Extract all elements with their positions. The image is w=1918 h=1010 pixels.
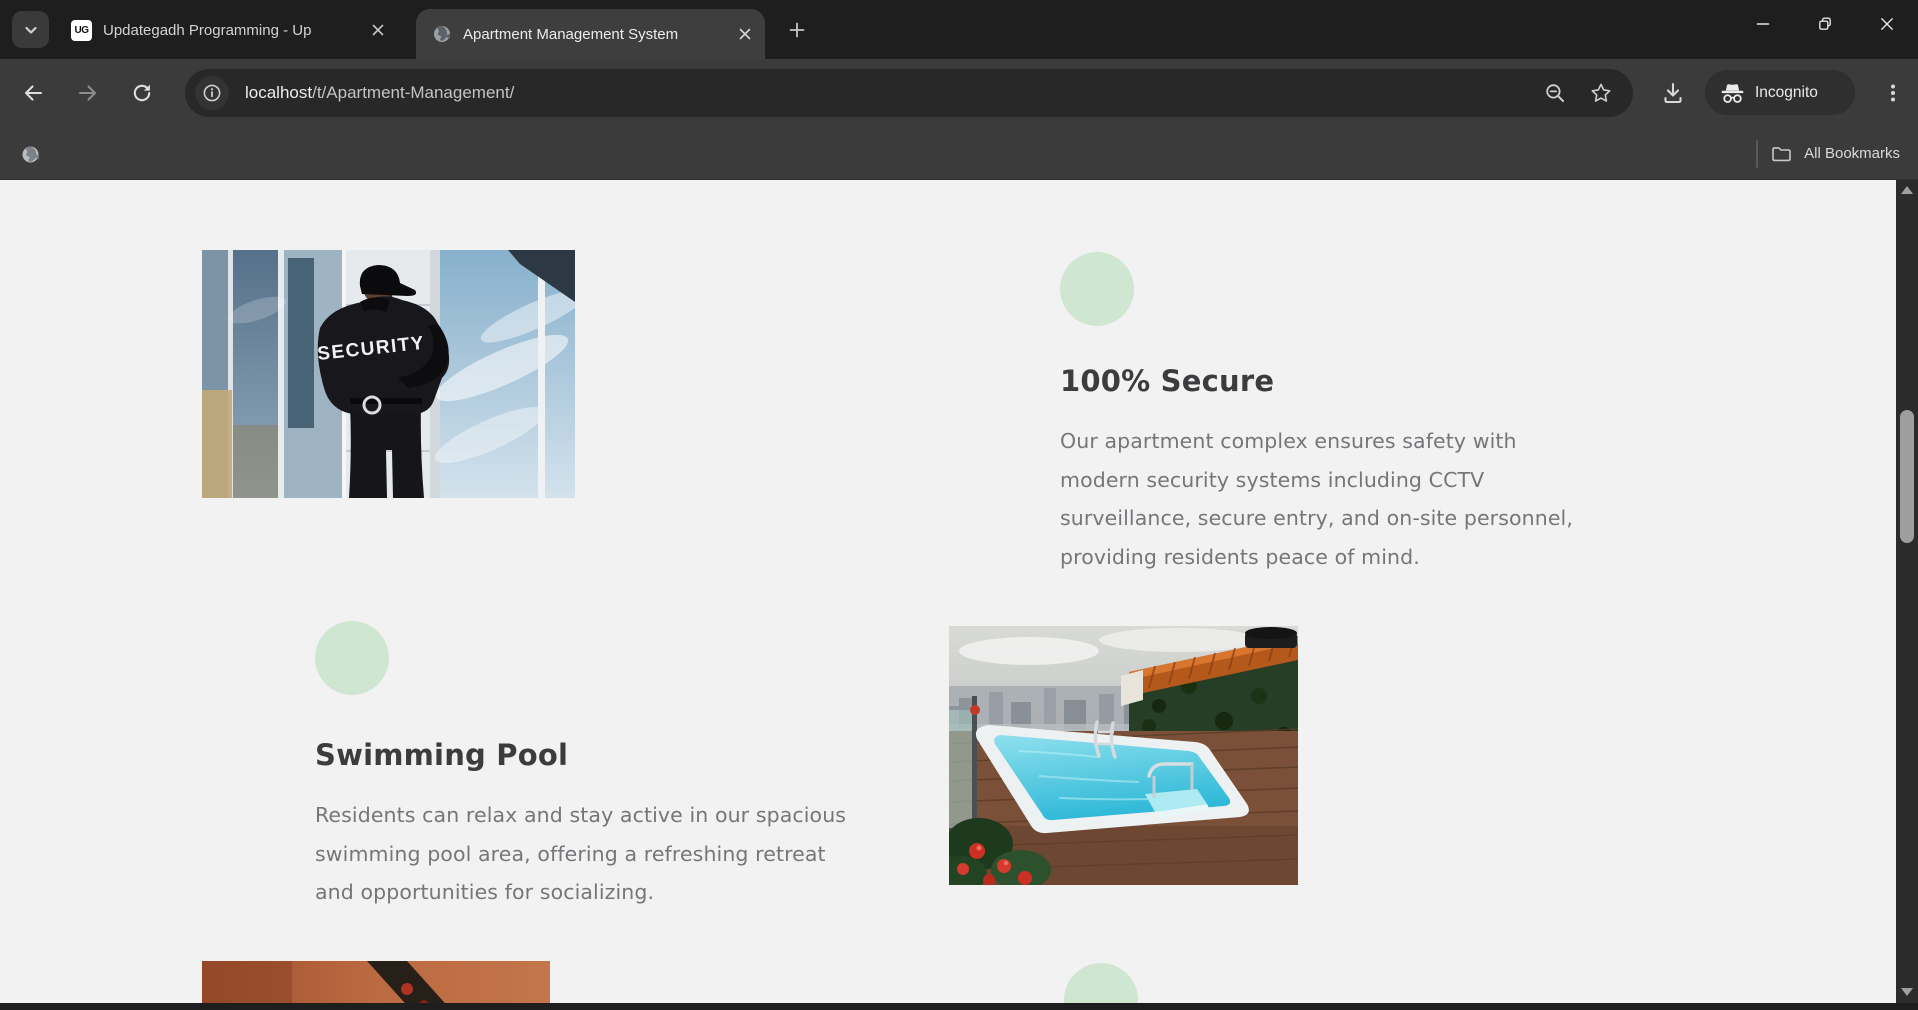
rooftop-pool-photo	[949, 626, 1298, 885]
minimize-icon	[1756, 17, 1770, 31]
reload-icon	[130, 81, 154, 105]
incognito-label: Incognito	[1755, 84, 1818, 102]
incognito-badge: Incognito	[1705, 70, 1855, 115]
body-line: swimming pool area, offering a refreshin…	[315, 835, 846, 874]
scrollbar-thumb[interactable]	[1900, 410, 1914, 543]
globe-favicon	[432, 24, 452, 44]
scroll-up-button[interactable]	[1896, 182, 1918, 198]
new-tab-button[interactable]	[782, 15, 812, 45]
close-icon	[1880, 17, 1894, 31]
window-controls	[1732, 0, 1918, 48]
close-icon	[372, 24, 384, 36]
tab-search-button[interactable]	[12, 11, 49, 48]
body-line: Our apartment complex ensures safety wit…	[1060, 422, 1573, 461]
browser-menu-button[interactable]	[1874, 72, 1912, 114]
window-bottom-edge	[0, 1003, 1918, 1010]
all-bookmarks-button[interactable]: All Bookmarks	[1804, 145, 1900, 162]
toolbar: localhost/t/Apartment-Management/ Incogn…	[0, 59, 1918, 127]
body-line: providing residents peace of mind.	[1060, 538, 1573, 577]
tab-apartment-management[interactable]: Apartment Management System	[416, 9, 765, 59]
accent-circle	[315, 621, 389, 695]
reload-button[interactable]	[122, 73, 162, 113]
three-dot-menu-icon	[1881, 81, 1905, 105]
body-line: and opportunities for socializing.	[315, 873, 846, 912]
amenity-photo-partial	[202, 961, 550, 1003]
tab-strip: UG Updategadh Programming - Up Apartment…	[0, 0, 1918, 59]
address-bar[interactable]: localhost/t/Apartment-Management/	[185, 69, 1633, 117]
download-icon	[1660, 80, 1686, 106]
feature-heading: 100% Secure	[1060, 364, 1274, 398]
close-window-button[interactable]	[1856, 0, 1918, 48]
accent-circle	[1064, 963, 1138, 1003]
url-text[interactable]: localhost/t/Apartment-Management/	[245, 83, 514, 103]
star-icon	[1590, 82, 1612, 104]
security-guard-photo: SECURITY	[202, 250, 575, 498]
tab-title: Apartment Management System	[463, 26, 729, 43]
scroll-down-button[interactable]	[1896, 984, 1918, 1000]
incognito-spy-icon	[1719, 81, 1746, 105]
bookmark-item[interactable]	[13, 137, 47, 171]
triangle-up-icon	[1901, 186, 1913, 194]
globe-icon	[20, 144, 41, 165]
zoom-out-magnifier-icon	[1544, 82, 1566, 104]
triangle-down-icon	[1901, 988, 1913, 996]
zoom-indicator-button[interactable]	[1539, 77, 1571, 109]
bookmarks-bar: All Bookmarks	[0, 127, 1918, 180]
forward-arrow-icon	[76, 81, 100, 105]
tab-title: Updategadh Programming - Up	[103, 22, 362, 39]
bookmarks-bar-right: All Bookmarks	[1756, 127, 1900, 180]
url-path: /t/Apartment-Management/	[312, 83, 514, 102]
minimize-button[interactable]	[1732, 0, 1794, 48]
page-viewport: SECURITY 100% Secure Our apartment compl…	[0, 180, 1918, 1003]
back-arrow-icon	[21, 81, 45, 105]
url-domain: localhost	[245, 83, 312, 102]
tab-close-button[interactable]	[733, 22, 757, 46]
browser-window: UG Updategadh Programming - Up Apartment…	[0, 0, 1918, 1010]
accent-circle	[1060, 252, 1134, 326]
body-line: Residents can relax and stay active in o…	[315, 796, 846, 835]
forward-button[interactable]	[68, 73, 108, 113]
feature-body: Residents can relax and stay active in o…	[315, 796, 846, 912]
ug-favicon: UG	[71, 20, 92, 41]
tab-close-button[interactable]	[366, 18, 390, 42]
downloads-button[interactable]	[1652, 72, 1694, 114]
body-line: modern security systems including CCTV	[1060, 461, 1573, 500]
site-info-button[interactable]	[195, 76, 229, 110]
chevron-down-icon	[23, 22, 39, 38]
maximize-restore-button[interactable]	[1794, 0, 1856, 48]
body-line: surveillance, secure entry, and on-site …	[1060, 499, 1573, 538]
feature-body: Our apartment complex ensures safety wit…	[1060, 422, 1573, 576]
feature-heading: Swimming Pool	[315, 738, 568, 772]
bookmarks-divider	[1756, 140, 1758, 168]
restore-icon	[1817, 16, 1833, 32]
info-icon	[202, 83, 222, 103]
bookmark-page-button[interactable]	[1585, 77, 1617, 109]
back-button[interactable]	[13, 73, 53, 113]
folder-icon	[1770, 143, 1792, 165]
plus-icon	[789, 22, 805, 38]
page-scrollbar[interactable]	[1896, 180, 1918, 1003]
close-icon	[739, 28, 751, 40]
tab-updategadh[interactable]: UG Updategadh Programming - Up	[58, 10, 398, 50]
